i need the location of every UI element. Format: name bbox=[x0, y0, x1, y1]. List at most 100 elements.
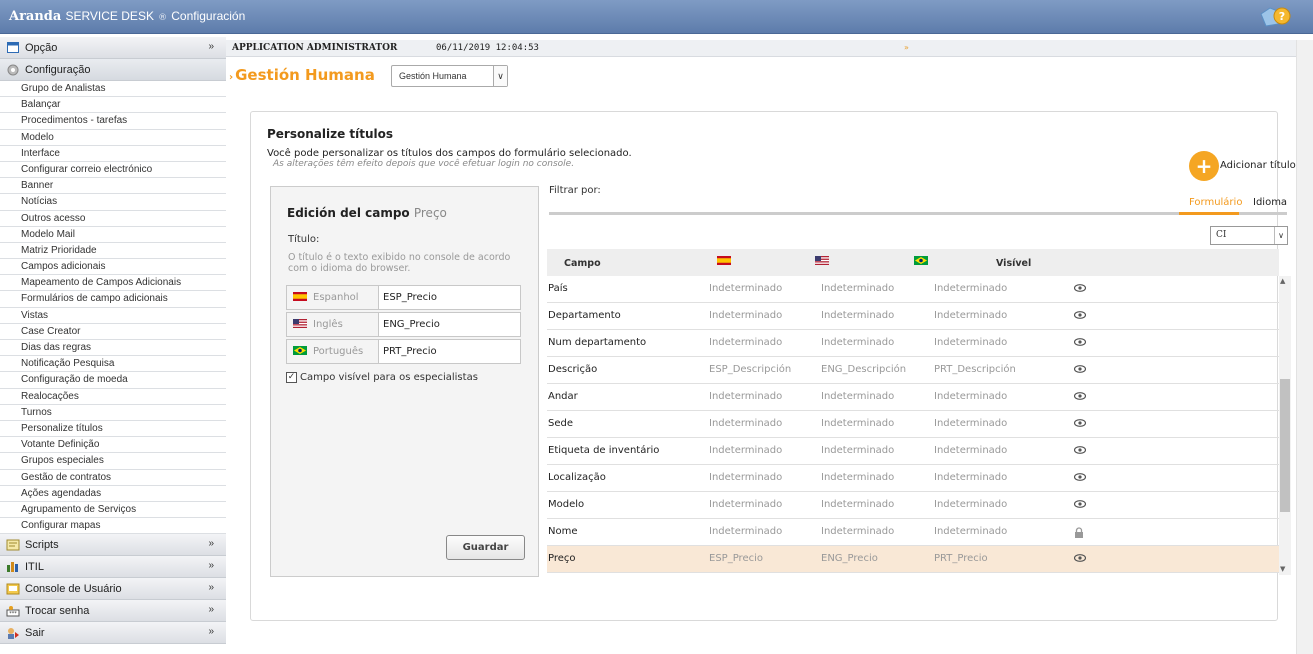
cell-portuguese: PRT_Descripción bbox=[934, 364, 1016, 375]
sidebar-item[interactable]: Ações agendadas bbox=[0, 485, 226, 502]
sidebar-item[interactable]: Configuração de moeda bbox=[0, 372, 226, 389]
add-title-label[interactable]: Adicionar título bbox=[1220, 160, 1296, 171]
eye-icon[interactable] bbox=[1073, 284, 1087, 295]
cell-campo: Modelo bbox=[548, 499, 585, 510]
column-header-campo: Campo bbox=[564, 258, 601, 269]
sidebar-item[interactable]: Vistas bbox=[0, 307, 226, 324]
sidebar-item[interactable]: Agrupamento de Serviços bbox=[0, 501, 226, 519]
eye-icon[interactable] bbox=[1073, 419, 1087, 430]
logout-icon bbox=[6, 626, 20, 640]
sidebar-item[interactable]: Formulários de campo adicionais bbox=[0, 291, 226, 308]
sidebar-item[interactable]: Dias das regras bbox=[0, 340, 226, 357]
sidebar-item[interactable]: Notificação Pesquisa bbox=[0, 356, 226, 373]
page-title: › Gestión Humana bbox=[229, 66, 375, 84]
fields-table: País Indeterminado Indeterminado Indetermin… bbox=[547, 276, 1279, 577]
table-row[interactable]: Descrição ESP_Descripción ENG_Descripción P… bbox=[547, 357, 1279, 384]
sidebar-item[interactable]: Grupo de Analistas bbox=[0, 81, 226, 98]
visible-for-specialists-checkbox[interactable]: ✓ Campo visível para os especialistas bbox=[286, 372, 478, 383]
sidebar-item[interactable]: Matriz Prioridade bbox=[0, 242, 226, 260]
sidebar-item[interactable]: Configurar correio electrónico bbox=[0, 161, 226, 179]
cell-english: Indeterminado bbox=[821, 445, 895, 456]
table-row[interactable]: Etiqueta de inventário Indeterminado Indet… bbox=[547, 438, 1279, 465]
eye-icon[interactable] bbox=[1073, 338, 1087, 349]
sidebar-item[interactable]: Personalize títulos bbox=[0, 420, 226, 438]
project-select[interactable]: Gestión Humana ∨ bbox=[391, 65, 508, 87]
sidebar-item[interactable]: Votante Definição bbox=[0, 437, 226, 454]
chevron-down-icon: » bbox=[208, 626, 214, 638]
portuguese-title-input[interactable] bbox=[383, 343, 513, 360]
eye-icon[interactable] bbox=[1073, 365, 1087, 376]
sidebar-item[interactable]: Procedimentos - tarefas bbox=[0, 113, 226, 130]
help-icon[interactable]: ? bbox=[1258, 4, 1292, 30]
sidebar-section-opcao[interactable]: Opção » bbox=[0, 37, 226, 59]
sidebar-item[interactable]: Outros acesso bbox=[0, 210, 226, 227]
gear-icon bbox=[6, 63, 20, 77]
scrollbar-thumb[interactable] bbox=[1280, 379, 1290, 512]
tab-underline bbox=[549, 212, 1287, 215]
sidebar-item[interactable]: Realocações bbox=[0, 388, 226, 405]
cell-english: Indeterminado bbox=[821, 283, 895, 294]
sidebar-section-console-de-usu-rio[interactable]: Console de Usuário» bbox=[0, 578, 226, 601]
eye-icon[interactable] bbox=[1073, 446, 1087, 457]
sidebar-item[interactable]: Interface bbox=[0, 145, 226, 162]
table-row[interactable]: Nome Indeterminado Indeterminado Indetermin… bbox=[547, 519, 1279, 546]
scroll-up-icon[interactable]: ▲ bbox=[1280, 277, 1285, 285]
sidebar-item[interactable]: Grupos especiales bbox=[0, 453, 226, 470]
table-row[interactable]: Andar Indeterminado Indeterminado Indetermi… bbox=[547, 384, 1279, 411]
sidebar-item[interactable]: Gestão de contratos bbox=[0, 469, 226, 486]
sidebar-item[interactable]: Banner bbox=[0, 178, 226, 195]
cell-spanish: Indeterminado bbox=[709, 472, 783, 483]
sidebar-item[interactable]: Modelo bbox=[0, 129, 226, 146]
add-title-button[interactable]: + bbox=[1189, 151, 1219, 181]
spanish-title-input[interactable] bbox=[383, 289, 513, 306]
table-row[interactable]: Localização Indeterminado Indeterminado Ind… bbox=[547, 465, 1279, 492]
eye-icon[interactable] bbox=[1073, 473, 1087, 484]
form-select[interactable]: CI ∨ bbox=[1210, 226, 1288, 245]
eye-icon[interactable] bbox=[1073, 500, 1087, 511]
cell-spanish: ESP_Precio bbox=[709, 553, 763, 564]
breadcrumb-arrow: » bbox=[904, 43, 909, 52]
edit-field-name: Preço bbox=[413, 206, 447, 220]
page-scrollbar[interactable] bbox=[1296, 40, 1313, 654]
sidebar-item[interactable]: Turnos bbox=[0, 404, 226, 421]
cell-portuguese: Indeterminado bbox=[934, 310, 1008, 321]
cell-english: ENG_Precio bbox=[821, 553, 878, 564]
scroll-down-icon[interactable]: ▼ bbox=[1280, 565, 1285, 573]
table-row[interactable]: Sede Indeterminado Indeterminado Indetermin… bbox=[547, 411, 1279, 438]
lock-icon[interactable] bbox=[1074, 527, 1084, 541]
sidebar-section-scripts[interactable]: Scripts» bbox=[0, 534, 226, 557]
sidebar-section-configuracao[interactable]: Configuração bbox=[0, 59, 226, 81]
tab-formulario[interactable]: Formulário bbox=[1189, 197, 1242, 208]
table-row[interactable]: País Indeterminado Indeterminado Indetermin… bbox=[547, 276, 1279, 303]
sidebar-item[interactable]: Case Creator bbox=[0, 323, 226, 340]
sidebar-section-trocar-senha[interactable]: *** Trocar senha» bbox=[0, 600, 226, 623]
sidebar-item[interactable]: Configurar mapas bbox=[0, 518, 226, 535]
sidebar-item[interactable]: Balançar bbox=[0, 97, 226, 114]
cell-campo: Departamento bbox=[548, 310, 621, 321]
sidebar-item[interactable]: Campos adicionais bbox=[0, 259, 226, 276]
sidebar-section-sair[interactable]: Sair» bbox=[0, 622, 226, 645]
cell-english: Indeterminado bbox=[821, 526, 895, 537]
sidebar-section-itil[interactable]: ITIL» bbox=[0, 556, 226, 579]
cell-campo: País bbox=[548, 283, 568, 294]
tab-idioma[interactable]: Idioma bbox=[1253, 197, 1287, 208]
sidebar-item[interactable]: Mapeamento de Campos Adicionais bbox=[0, 275, 226, 292]
eye-icon[interactable] bbox=[1073, 392, 1087, 403]
table-row[interactable]: Departamento Indeterminado Indeterminado In… bbox=[547, 303, 1279, 330]
change-password-icon: *** bbox=[6, 604, 20, 618]
sidebar-item[interactable]: Notícias bbox=[0, 194, 226, 211]
chevron-down-icon: » bbox=[208, 41, 214, 52]
window-icon bbox=[6, 41, 20, 55]
table-row[interactable]: Preço ESP_Precio ENG_Precio PRT_Precio bbox=[547, 546, 1279, 573]
session-datetime: 06/11/2019 12:04:53 bbox=[436, 43, 539, 53]
table-row[interactable]: Num departamento Indeterminado Indetermina… bbox=[547, 330, 1279, 357]
cell-spanish: Indeterminado bbox=[709, 499, 783, 510]
eye-icon[interactable] bbox=[1073, 311, 1087, 322]
table-row[interactable]: Modelo Indeterminado Indeterminado Indeterm… bbox=[547, 492, 1279, 519]
table-scrollbar[interactable]: ▲ ▼ bbox=[1279, 276, 1291, 575]
filter-label: Filtrar por: bbox=[549, 185, 601, 196]
english-title-input[interactable] bbox=[383, 316, 513, 333]
save-button[interactable]: Guardar bbox=[446, 535, 525, 560]
sidebar-item[interactable]: Modelo Mail bbox=[0, 226, 226, 243]
eye-icon[interactable] bbox=[1073, 554, 1087, 565]
